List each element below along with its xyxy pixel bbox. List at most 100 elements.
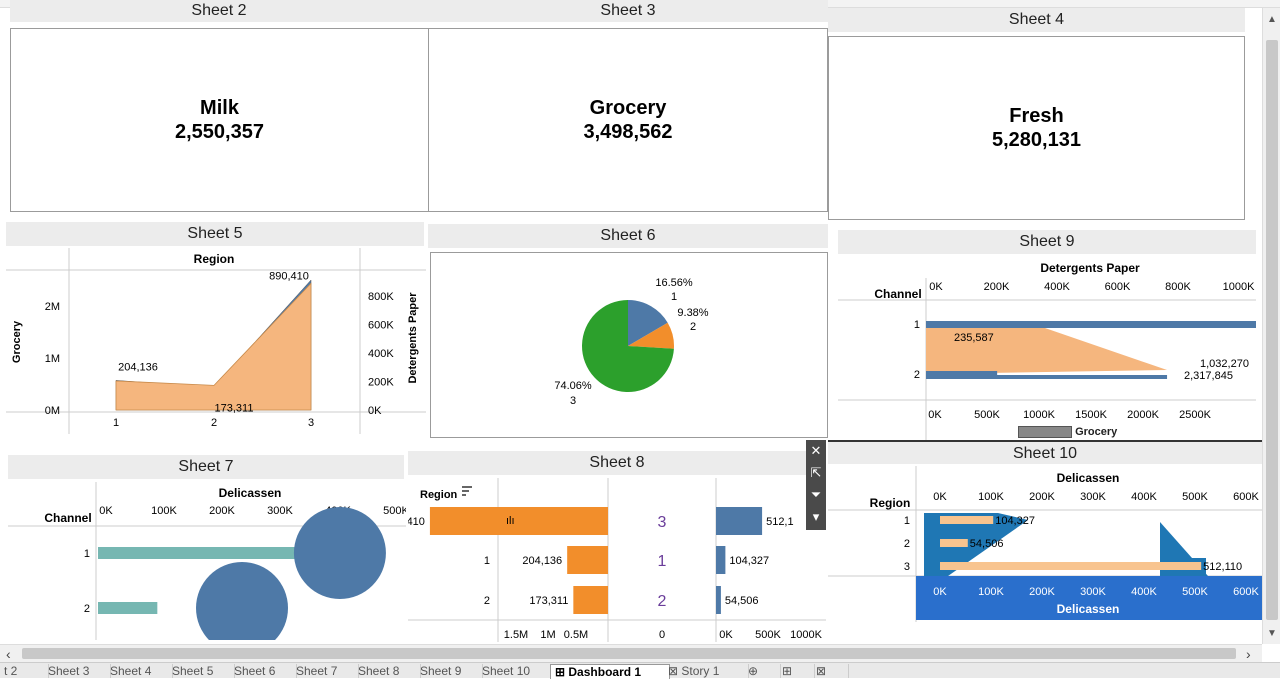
left-bar[interactable] [429, 507, 608, 535]
dashboard-icon: ⊞ [555, 665, 569, 679]
left-bar[interactable] [573, 586, 608, 614]
sheet9-svg: Detergents Paper Channel 0K 200K 400K 600K 8… [838, 261, 1280, 440]
sheet9-resize-handle[interactable] [1018, 426, 1072, 439]
delicassen-bar[interactable] [940, 516, 994, 524]
tab-sheet7[interactable]: Sheet 7 [292, 664, 359, 678]
delicassen-bar[interactable] [940, 539, 968, 547]
tab-sheet2[interactable]: t 2 [0, 664, 49, 678]
top-tick-label: 200K [1029, 491, 1055, 503]
data-label: 2,317,845 [1184, 370, 1233, 382]
mid-label: 3 [658, 514, 667, 531]
sheet5-svg: Region Grocery Detergents Paper 2M 1M 0M 8… [6, 248, 426, 434]
right-bar[interactable] [716, 507, 763, 535]
sheet9-chart[interactable]: Detergents Paper Channel 0K 200K 400K 600K 8… [838, 258, 1280, 440]
sheet6-panel[interactable]: 16.56% 1 9.38% 2 74.06% 3 [430, 252, 828, 438]
sheet10-chart[interactable]: Delicassen Region Delicassen 0K 100K 200K 3… [828, 466, 1262, 622]
vertical-scrollbar[interactable]: ▲ ▼ [1262, 8, 1280, 644]
bubble-mark[interactable] [196, 562, 288, 654]
sheet9-grocery-label: Grocery [1075, 426, 1118, 438]
sheet4-title: Sheet 4 [828, 8, 1245, 32]
data-label: 1,032,270 [1200, 358, 1249, 370]
open-external-icon[interactable]: ⇱ [806, 462, 826, 484]
row-label: 2 [84, 603, 90, 615]
kpi-value: 3,498,562 [583, 121, 673, 143]
sheet5-y-label: Grocery [11, 320, 23, 363]
detergents-area[interactable] [115, 282, 312, 411]
sheet2-title: Sheet 2 [10, 0, 428, 22]
tab-sheet6[interactable]: Sheet 6 [230, 664, 297, 678]
detergents-bar[interactable] [926, 321, 1280, 328]
x-tick-label: 0K [99, 505, 113, 517]
right-bar[interactable] [716, 546, 726, 574]
scroll-up-icon[interactable]: ▲ [1267, 14, 1277, 25]
close-icon[interactable]: ✕ [806, 440, 826, 462]
row-label: 1 [914, 319, 920, 331]
y2-tick-label: 800K [368, 291, 394, 303]
grocery-bar[interactable] [926, 375, 1168, 379]
data-label: 235,587 [954, 332, 994, 344]
sheet7-chart[interactable]: Delicassen Channel 0K100K200K300K400K500… [8, 482, 410, 654]
top-tick-label: 1000K [1223, 281, 1255, 293]
sheet8-chart[interactable]: Region 3890,4103512,11204,1361104,327217… [385, 478, 826, 642]
new-worksheet-button[interactable]: ⊕ [744, 664, 781, 678]
delicassen-bar[interactable] [98, 602, 158, 614]
data-label: 104,327 [729, 555, 769, 567]
new-story-button[interactable]: ⊠ [812, 664, 849, 678]
more-options-icon[interactable]: ▾ [806, 506, 826, 528]
kpi-name: Milk [200, 97, 239, 119]
sort-icon[interactable] [462, 486, 472, 496]
story-icon: ⊠ [668, 664, 682, 678]
tab-sheet5[interactable]: Sheet 5 [168, 664, 235, 678]
x-tick-label: 500K [383, 505, 406, 517]
scroll-thumb-h[interactable] [22, 648, 1236, 659]
bottom-tick-label: 500K [1182, 586, 1208, 598]
filter-icon[interactable]: ⏷ [806, 484, 826, 506]
bottom-tick-label: 500K [974, 409, 1000, 421]
bottom-tick-label: 1500K [1075, 409, 1107, 421]
scroll-left-icon[interactable]: ‹ [6, 646, 11, 662]
sheet3-title: Sheet 3 [428, 0, 828, 22]
sheet10-row-header: Region [870, 496, 911, 510]
bottom-tick-label: 300K [1080, 586, 1106, 598]
left-tick-label: 0.5M [564, 629, 588, 641]
sheet5-chart[interactable]: Region Grocery Detergents Paper 2M 1M 0M 8… [6, 248, 426, 434]
tab-sheet3[interactable]: Sheet 3 [44, 664, 111, 678]
tab-sheet8[interactable]: Sheet 8 [354, 664, 421, 678]
scroll-right-icon[interactable]: › [1246, 646, 1251, 662]
data-label: 173,311 [215, 402, 254, 414]
left-bar[interactable] [567, 546, 608, 574]
sheet3-panel[interactable]: Grocery 3,498,562 [428, 28, 828, 212]
data-label: 512,1 [766, 516, 794, 528]
bottom-tick-label: 0K [933, 586, 947, 598]
detergents-bar[interactable] [926, 371, 998, 375]
scroll-down-icon[interactable]: ▼ [1267, 628, 1277, 639]
sheet10-title: Sheet 10 [828, 440, 1262, 464]
bubble-mark[interactable] [293, 507, 386, 599]
y2-tick-label: 600K [368, 320, 394, 332]
scroll-thumb[interactable] [1266, 40, 1278, 620]
sheet2-panel[interactable]: Milk 2,550,357 [10, 28, 429, 212]
row-label: 1 [904, 515, 910, 527]
tab-sheet10[interactable]: Sheet 10 [478, 664, 553, 678]
bottom-tick-label: 400K [1131, 586, 1157, 598]
tab-dashboard1[interactable]: ⊞ Dashboard 1 [550, 664, 670, 679]
right-tick-label: 1000K [790, 629, 822, 641]
top-tick-label: 600K [1233, 491, 1259, 503]
top-tick-label: 200K [984, 281, 1010, 293]
row-label: 1 [84, 548, 90, 560]
data-label: 204,136 [522, 555, 562, 567]
sheet5-y2-label: Detergents Paper [407, 292, 419, 384]
tab-sheet4[interactable]: Sheet 4 [106, 664, 173, 678]
tab-sheet9[interactable]: Sheet 9 [416, 664, 483, 678]
row-label: 1 [484, 555, 490, 567]
bar-chart-icon[interactable]: ılı [506, 515, 515, 527]
mid-label: 1 [658, 553, 667, 570]
tab-story1[interactable]: ⊠ Story 1 [664, 664, 749, 678]
right-bar[interactable] [716, 586, 721, 614]
horizontal-scrollbar[interactable]: ‹ › [0, 644, 1262, 662]
sheet4-panel[interactable]: Fresh 5,280,131 [828, 36, 1245, 220]
delicassen-bar[interactable] [940, 562, 1202, 570]
y-tick-label: 1M [45, 353, 60, 365]
new-dashboard-button[interactable]: ⊞ [778, 664, 815, 678]
mid-label: 2 [658, 593, 667, 610]
